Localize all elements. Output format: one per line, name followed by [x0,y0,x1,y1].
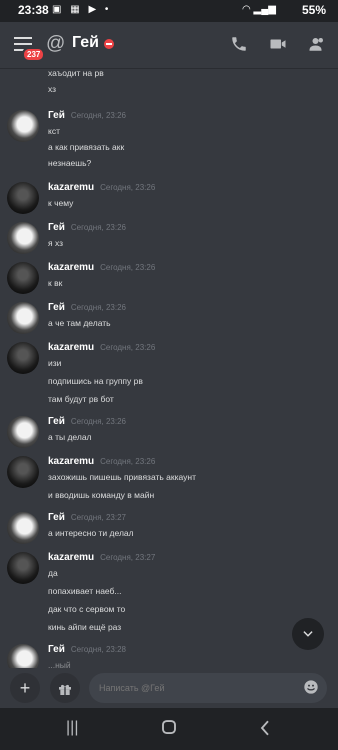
message-timestamp: Сегодня, 23:26 [100,457,156,466]
message-timestamp: Сегодня, 23:26 [100,183,156,192]
message-text: а ты делал [48,432,92,442]
avatar[interactable] [7,644,39,668]
members-icon[interactable] [308,35,326,58]
message-author[interactable]: kazaremu Сегодня, 23:26 [48,262,155,273]
message-text: кст [48,126,60,136]
message-text: дак что с сервом то [48,604,126,614]
message-author[interactable]: kazaremu Сегодня, 23:27 [48,552,155,563]
author-name: Гей [48,644,65,655]
battery-level: 55% [301,3,326,17]
message-text: незнаешь? [48,158,92,168]
message-author[interactable]: Гей Сегодня, 23:28 [48,644,126,655]
message-author[interactable]: Гей Сегодня, 23:26 [48,302,126,313]
avatar[interactable] [7,222,39,254]
message-text: захожишь пишешь привязать аккаунт [48,472,197,482]
avatar[interactable] [7,512,39,544]
message-text: да [48,568,58,578]
message-text: изи [48,358,62,368]
at-icon: @ [46,33,66,54]
message-text: хаъодит на рв [48,68,104,78]
chevron-down-icon [301,625,315,641]
gift-icon [57,678,73,698]
scroll-to-bottom-button[interactable] [292,618,324,650]
message-author[interactable]: kazaremu Сегодня, 23:26 [48,182,155,193]
author-name: kazaremu [48,456,95,467]
dnd-status-icon [104,39,114,49]
message-text: ...ный [48,660,71,668]
message-timestamp: Сегодня, 23:27 [100,553,156,562]
plus-icon: + [19,678,31,698]
author-name: kazaremu [48,182,95,193]
emoji-icon[interactable] [303,679,319,698]
status-bar: 23:38 ▣ ▦ ▶ • ◠ ▂▄▆ 55% [0,0,338,22]
message-author[interactable]: kazaremu Сегодня, 23:26 [48,456,155,467]
message-timestamp: Сегодня, 23:26 [70,223,126,232]
message-list[interactable]: хаъодит на рв хз Гей Сегодня, 23:26 кст а… [0,68,338,668]
author-name: Гей [48,416,65,427]
avatar[interactable] [7,302,39,334]
message-text: кинь айпи ещё раз [48,622,122,632]
gift-button[interactable] [50,673,80,703]
message-text: там будут рв бот [48,394,114,404]
message-author[interactable]: Гей Сегодня, 23:26 [48,110,126,121]
message-text: я хз [48,238,64,248]
message-input[interactable] [89,673,327,703]
unread-badge: 237 [22,47,46,62]
message-timestamp: Сегодня, 23:26 [100,263,156,272]
message-timestamp: Сегодня, 23:26 [100,343,156,352]
phone-icon[interactable] [230,35,248,58]
avatar[interactable] [7,110,39,142]
add-attachment-button[interactable]: + [10,673,40,703]
message-text: а как привязать акк [48,142,125,152]
author-name: Гей [48,302,65,313]
avatar[interactable] [7,342,39,374]
home-icon[interactable] [160,718,178,741]
status-time: 23:38 [18,3,49,17]
message-author[interactable]: kazaremu Сегодня, 23:26 [48,342,155,353]
message-timestamp: Сегодня, 23:26 [70,417,126,426]
message-timestamp: Сегодня, 23:28 [70,645,126,654]
notification-icons: ▣ ▦ ▶ • [52,4,112,15]
message-text: попахивает наеб... [48,586,122,596]
author-name: Гей [48,512,65,523]
message-composer: + [0,668,338,708]
author-name: Гей [48,222,65,233]
recent-apps-icon[interactable]: ||| [66,719,78,737]
message-text: а че там делать [48,318,111,328]
message-text: подпишись на группу рв [48,376,143,386]
avatar[interactable] [7,262,39,294]
message-text: к чему [48,198,74,208]
channel-header: 237 @ Гей [0,22,338,69]
message-author[interactable]: Гей Сегодня, 23:27 [48,512,126,523]
message-text: а интересно ти делал [48,528,134,538]
author-name: kazaremu [48,342,95,353]
author-name: kazaremu [48,262,95,273]
channel-title[interactable]: Гей [72,34,99,52]
message-text: и вводишь команду в майн [48,490,155,500]
message-timestamp: Сегодня, 23:26 [70,303,126,312]
avatar[interactable] [7,416,39,448]
video-camera-icon[interactable] [269,35,287,58]
avatar[interactable] [7,552,39,584]
message-author[interactable]: Гей Сегодня, 23:26 [48,416,126,427]
avatar[interactable] [7,182,39,214]
message-author[interactable]: Гей Сегодня, 23:26 [48,222,126,233]
message-text: хз [48,84,57,94]
avatar[interactable] [7,456,39,488]
author-name: Гей [48,110,65,121]
android-nav-bar: ||| [0,708,338,750]
wifi-icon: ◠ ▂▄▆ [242,4,276,15]
message-timestamp: Сегодня, 23:26 [70,111,126,120]
message-timestamp: Сегодня, 23:27 [70,513,126,522]
author-name: kazaremu [48,552,95,563]
back-icon[interactable] [258,719,272,742]
message-text: к вк [48,278,63,288]
